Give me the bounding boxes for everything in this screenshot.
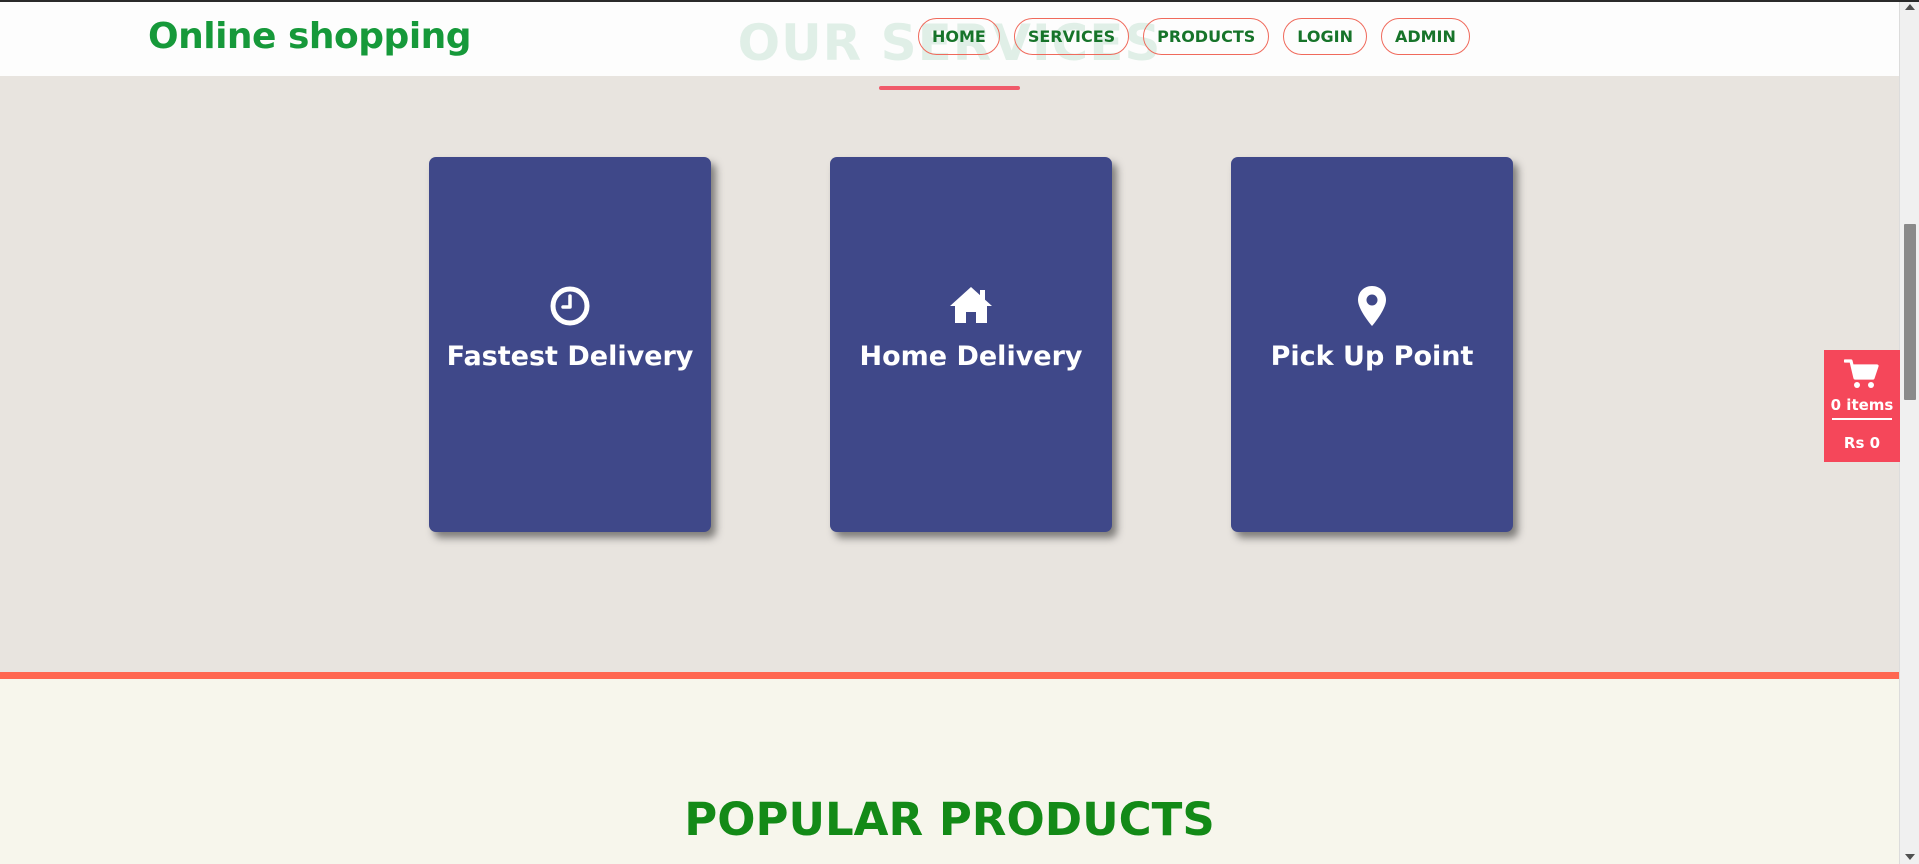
cart-total: Rs 0 [1843,434,1881,452]
nav-products[interactable]: PRODUCTS [1143,18,1270,55]
nav-admin[interactable]: ADMIN [1380,18,1470,55]
scrollbar-thumb[interactable] [1904,224,1916,400]
home-icon [830,285,1112,327]
window-top-border [0,0,1919,2]
map-marker-icon [1231,285,1513,327]
service-label: Fastest Delivery [446,341,694,372]
popular-products-title: POPULAR PRODUCTS [684,793,1215,846]
clock-icon [429,285,711,327]
cart-items-count: 0 items [1830,396,1894,414]
service-card-pick-up-point[interactable]: Pick Up Point [1231,157,1513,532]
cart-widget[interactable]: 0 items Rs 0 [1824,350,1900,462]
section-divider [0,672,1899,679]
nav-login[interactable]: LOGIN [1283,18,1367,55]
scroll-up-arrow-icon[interactable] [1905,4,1915,10]
page: OUR SERVICES Fastest Delivery Home Deliv… [0,0,1899,864]
cart-divider [1832,418,1892,420]
nav-services[interactable]: SERVICES [1013,18,1130,55]
services-section: OUR SERVICES Fastest Delivery Home Deliv… [0,0,1899,672]
service-card-home-delivery[interactable]: Home Delivery [830,157,1112,532]
brand-logo[interactable]: Online shopping [148,16,472,57]
service-label: Pick Up Point [1270,341,1474,372]
title-underline [879,86,1020,90]
service-card-fastest-delivery[interactable]: Fastest Delivery [429,157,711,532]
nav-home[interactable]: HOME [918,18,1000,55]
vertical-scrollbar[interactable] [1899,0,1919,864]
scroll-down-arrow-icon[interactable] [1905,854,1915,860]
main-nav: HOME SERVICES PRODUCTS LOGIN ADMIN [918,18,1470,55]
service-label: Home Delivery [859,341,1083,372]
popular-products-section: POPULAR PRODUCTS [0,679,1899,864]
shopping-cart-icon [1844,359,1879,388]
